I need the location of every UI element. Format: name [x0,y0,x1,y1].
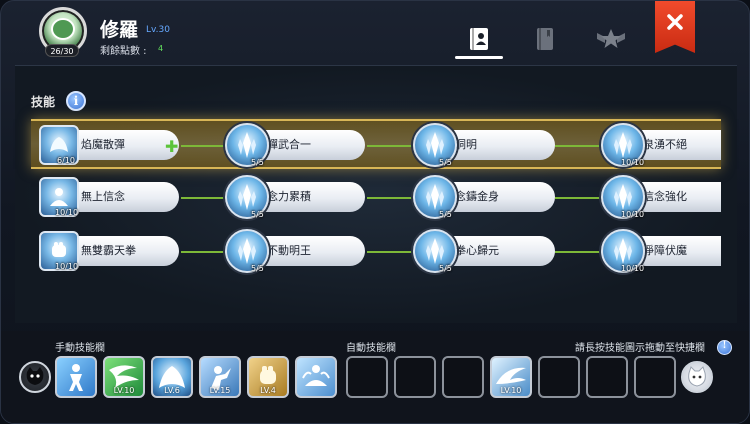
auto-character-button[interactable] [681,361,713,393]
hint-info-button[interactable]: ! [717,340,732,355]
skill-node[interactable]: 不動明王 5/5 [225,229,375,273]
manual-skill-slot[interactable] [55,356,97,398]
manual-skill-slot[interactable]: LV.4 [247,356,289,398]
manual-skill-slot[interactable]: LV.10 [103,356,145,398]
avatar-count: 26/30 [45,44,79,57]
skill-row-3: 無雙霸天拳 10/10 不動明王 5/5 拳心歸元 5/5 淨障伏魔 10/10 [31,227,721,277]
figure-skill-icon [69,364,83,391]
close-button[interactable] [655,1,695,53]
skill-node[interactable]: 信念強化 10/10 [601,175,721,219]
skill-window: 26/30 修羅 Lv.30 剩餘點數 : 4 技能 i 焰魔散彈 6/10 ✚… [0,0,750,424]
manual-skill-bar-label: 手動技能欄 [55,343,105,354]
skill-level: 5/5 [439,210,452,219]
skill-node[interactable]: 淨障伏魔 10/10 [601,229,721,273]
auto-skill-slot[interactable] [586,356,628,398]
auto-skill-slot[interactable]: LV.10 [490,356,532,398]
skill-node[interactable]: 念鑄金身 5/5 [413,175,563,219]
character-level: Lv.30 [146,25,170,35]
skill-node[interactable]: 無上信念 10/10 [39,175,179,219]
star-emblem-icon [597,29,625,48]
manual-skill-slot[interactable]: LV.15 [199,356,241,398]
skill-node[interactable]: 無雙霸天拳 10/10 [39,229,179,273]
skill-level: 5/5 [439,264,452,273]
auto-skill-slot[interactable] [442,356,484,398]
info-icon: ! [722,341,727,351]
skill-node[interactable]: 念力累積 5/5 [225,175,375,219]
skill-level: 10/10 [621,158,645,167]
info-button[interactable]: i [66,91,86,111]
add-point-button[interactable]: ✚ [165,139,178,155]
skill-level: 5/5 [251,158,264,167]
manual-skill-slot[interactable]: LV.6 [151,356,193,398]
skill-level: 10/10 [55,208,79,217]
skill-level: 5/5 [439,158,452,167]
manual-skill-slot[interactable] [295,356,337,398]
slot-level: LV.15 [209,386,231,395]
remaining-points-label: 剩餘點數 : [100,46,147,57]
auto-skill-slot[interactable] [538,356,580,398]
skills-book-icon [470,28,488,50]
header: 26/30 修羅 Lv.30 剩餘點數 : 4 [1,1,749,63]
skill-node[interactable]: 洞明 5/5 [413,123,563,167]
drag-hint: 請長按技能圖示拖動至快捷欄 [575,343,705,354]
slot-level: LV.10 [500,386,522,395]
slot-level: LV.6 [164,386,180,395]
skill-level: 10/10 [621,264,645,273]
skill-node[interactable]: 焰魔散彈 6/10 ✚ [39,123,179,167]
manual-character-button[interactable] [19,361,51,393]
auto-skill-bar-label: 自動技能欄 [346,343,396,354]
avatar-emblem-icon [51,18,75,40]
slot-level: LV.4 [260,386,276,395]
meditation-skill-icon [302,365,330,386]
white-cat-face-icon [688,366,706,387]
book-icon [537,28,553,50]
info-icon: i [73,94,79,108]
skill-row-2: 無上信念 10/10 念力累積 5/5 念鑄金身 5/5 信念強化 10/10 [31,173,721,223]
remaining-points-value: 4 [158,44,164,53]
skill-row-1: 焰魔散彈 6/10 ✚ 禪武合一 5/5 洞明 5/5 泉湧不絕 10/10 [31,119,721,169]
skill-level: 6/10 [57,156,75,165]
character-name: 修羅 [100,19,139,41]
skill-level: 5/5 [251,210,264,219]
auto-skill-slot[interactable] [634,356,676,398]
section-title: 技能 [31,95,56,109]
auto-skill-slot[interactable] [346,356,388,398]
skill-node[interactable]: 拳心歸元 5/5 [413,229,563,273]
cat-face-icon [26,367,44,385]
slot-level: LV.10 [113,386,135,395]
close-icon [667,14,683,30]
skill-level: 10/10 [55,262,79,271]
tab-emblem[interactable] [587,21,635,57]
tab-book[interactable] [521,21,569,57]
skill-node[interactable]: 禪武合一 5/5 [225,123,375,167]
auto-skill-slot[interactable] [394,356,436,398]
skill-level: 10/10 [621,210,645,219]
skill-level: 5/5 [251,264,264,273]
tab-skills[interactable] [455,21,503,59]
skill-node[interactable]: 泉湧不絕 10/10 [601,123,721,167]
